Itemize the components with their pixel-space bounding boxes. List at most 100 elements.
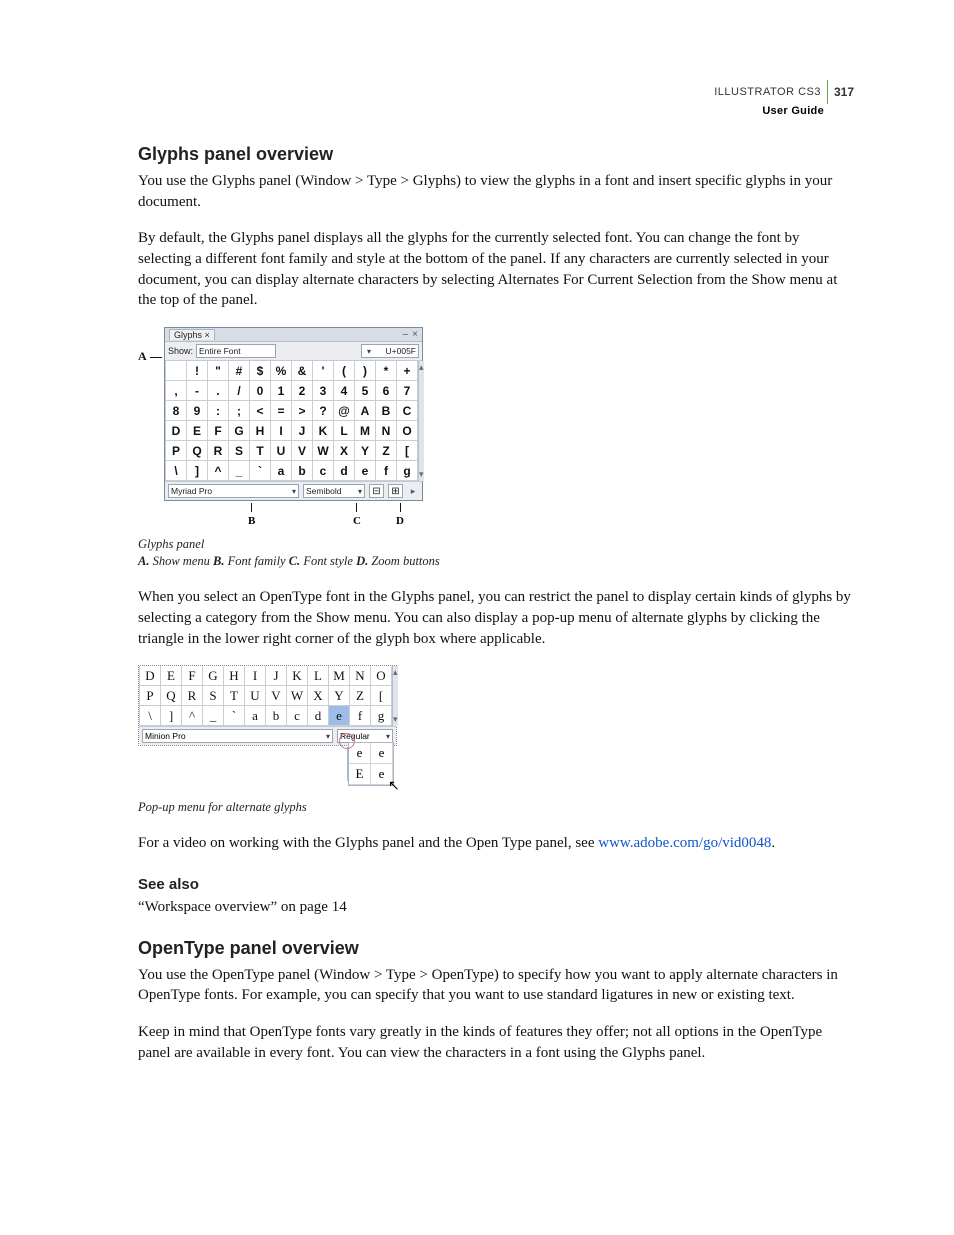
glyph-cell[interactable]: 1 <box>271 381 292 401</box>
glyph-cell[interactable]: ] <box>161 706 182 726</box>
glyph-cell[interactable]: D <box>139 666 161 686</box>
glyph-cell[interactable]: D <box>165 421 187 441</box>
scroll-up-icon[interactable]: ▴ <box>393 666 398 679</box>
glyph-cell[interactable]: ? <box>313 401 334 421</box>
glyph-cell[interactable]: 0 <box>250 381 271 401</box>
glyph-cell[interactable]: ` <box>250 461 271 481</box>
glyph-cell[interactable]: I <box>245 666 266 686</box>
glyph-cell[interactable]: J <box>292 421 313 441</box>
glyph-cell[interactable]: f <box>376 461 397 481</box>
glyph-cell[interactable]: 5 <box>355 381 376 401</box>
video-link[interactable]: www.adobe.com/go/vid0048 <box>598 835 771 851</box>
zoom-out-button[interactable]: ⊟ <box>369 484 384 498</box>
glyph-cell[interactable]: - <box>187 381 208 401</box>
scrollbar[interactable]: ▴ ▾ <box>392 666 398 726</box>
font-style-dropdown[interactable]: Semibold▾ <box>303 484 365 498</box>
glyph-cell[interactable]: ( <box>334 361 355 381</box>
glyph-cell[interactable]: @ <box>334 401 355 421</box>
glyph-cell[interactable]: T <box>250 441 271 461</box>
glyph-cell[interactable]: K <box>313 421 334 441</box>
glyph-cell[interactable]: Q <box>187 441 208 461</box>
glyph-cell[interactable]: [ <box>397 441 418 461</box>
alternate-glyph-cell[interactable]: E <box>349 764 371 785</box>
glyph-cell[interactable]: M <box>329 666 350 686</box>
glyph-cell[interactable] <box>165 361 187 381</box>
glyph-cell[interactable]: # <box>229 361 250 381</box>
glyph-cell[interactable]: W <box>287 686 308 706</box>
glyph-cell[interactable]: Z <box>376 441 397 461</box>
glyph-cell[interactable]: ^ <box>182 706 203 726</box>
glyph-cell[interactable]: ' <box>313 361 334 381</box>
glyph-cell[interactable]: e <box>355 461 376 481</box>
font-family-dropdown[interactable]: Minion Pro▾ <box>142 729 333 743</box>
glyph-cell[interactable]: 7 <box>397 381 418 401</box>
glyph-cell[interactable]: g <box>397 461 418 481</box>
glyph-cell[interactable]: Q <box>161 686 182 706</box>
glyph-cell[interactable]: W <box>313 441 334 461</box>
glyph-grid[interactable]: DEFGHIJKLMNOPQRSTUVWXYZ[\]^_`abcdefg <box>139 666 392 726</box>
glyph-cell[interactable]: M <box>355 421 376 441</box>
scroll-up-icon[interactable]: ▴ <box>419 361 424 374</box>
glyph-cell[interactable]: Y <box>329 686 350 706</box>
glyph-cell[interactable]: V <box>292 441 313 461</box>
glyph-cell[interactable]: O <box>397 421 418 441</box>
glyph-cell[interactable]: H <box>224 666 245 686</box>
glyph-cell[interactable]: R <box>208 441 229 461</box>
glyph-cell[interactable]: " <box>208 361 229 381</box>
glyph-cell[interactable]: ` <box>224 706 245 726</box>
glyph-cell[interactable]: . <box>208 381 229 401</box>
glyph-cell[interactable]: = <box>271 401 292 421</box>
close-icon[interactable]: × <box>412 329 418 340</box>
glyph-cell[interactable]: S <box>203 686 224 706</box>
glyph-cell[interactable]: X <box>334 441 355 461</box>
glyph-grid[interactable]: !"#$%&'()*+,-./0123456789:;<=>?@ABCDEFGH… <box>165 361 418 481</box>
glyph-cell[interactable]: Z <box>350 686 371 706</box>
scrollbar[interactable]: ▴ ▾ <box>418 361 424 481</box>
glyph-cell[interactable]: ! <box>187 361 208 381</box>
glyph-cell[interactable]: c <box>287 706 308 726</box>
glyph-cell[interactable]: L <box>334 421 355 441</box>
glyph-cell[interactable]: S <box>229 441 250 461</box>
glyph-cell[interactable]: c <box>313 461 334 481</box>
glyph-cell[interactable]: * <box>376 361 397 381</box>
glyph-cell[interactable]: T <box>224 686 245 706</box>
glyph-cell[interactable]: P <box>165 441 187 461</box>
font-family-dropdown[interactable]: Myriad Pro▾ <box>168 484 299 498</box>
glyph-cell[interactable]: 4 <box>334 381 355 401</box>
glyph-cell[interactable]: b <box>266 706 287 726</box>
minimize-icon[interactable]: – <box>403 329 409 340</box>
glyph-cell[interactable]: U <box>245 686 266 706</box>
show-menu-dropdown[interactable]: Entire Font <box>196 344 276 358</box>
glyph-cell[interactable]: C <box>397 401 418 421</box>
glyph-cell[interactable]: L <box>308 666 329 686</box>
panel-menu-icon[interactable]: ▸ <box>407 486 419 497</box>
glyph-cell[interactable]: K <box>287 666 308 686</box>
panel-tab[interactable]: Glyphs × <box>169 329 215 340</box>
alternate-glyph-cell[interactable]: e <box>371 743 393 764</box>
glyph-cell[interactable]: _ <box>229 461 250 481</box>
glyph-cell[interactable]: N <box>350 666 371 686</box>
glyph-cell[interactable]: 6 <box>376 381 397 401</box>
glyph-cell[interactable]: G <box>203 666 224 686</box>
glyph-cell[interactable]: V <box>266 686 287 706</box>
glyph-cell[interactable]: [ <box>371 686 392 706</box>
glyph-cell[interactable]: B <box>376 401 397 421</box>
glyph-cell[interactable]: d <box>308 706 329 726</box>
glyph-cell[interactable]: e <box>329 706 350 726</box>
glyph-cell[interactable]: / <box>229 381 250 401</box>
glyph-cell[interactable]: 3 <box>313 381 334 401</box>
glyph-cell[interactable]: $ <box>250 361 271 381</box>
glyph-cell[interactable]: % <box>271 361 292 381</box>
glyph-cell[interactable]: < <box>250 401 271 421</box>
glyph-cell[interactable]: 9 <box>187 401 208 421</box>
glyph-cell[interactable]: N <box>376 421 397 441</box>
glyph-cell[interactable]: g <box>371 706 392 726</box>
glyph-cell[interactable]: G <box>229 421 250 441</box>
scroll-down-icon[interactable]: ▾ <box>419 468 424 481</box>
glyph-cell[interactable]: > <box>292 401 313 421</box>
glyph-cell[interactable]: ^ <box>208 461 229 481</box>
glyph-cell[interactable]: & <box>292 361 313 381</box>
glyph-cell[interactable]: \ <box>139 706 161 726</box>
glyph-cell[interactable]: J <box>266 666 287 686</box>
glyph-cell[interactable]: H <box>250 421 271 441</box>
